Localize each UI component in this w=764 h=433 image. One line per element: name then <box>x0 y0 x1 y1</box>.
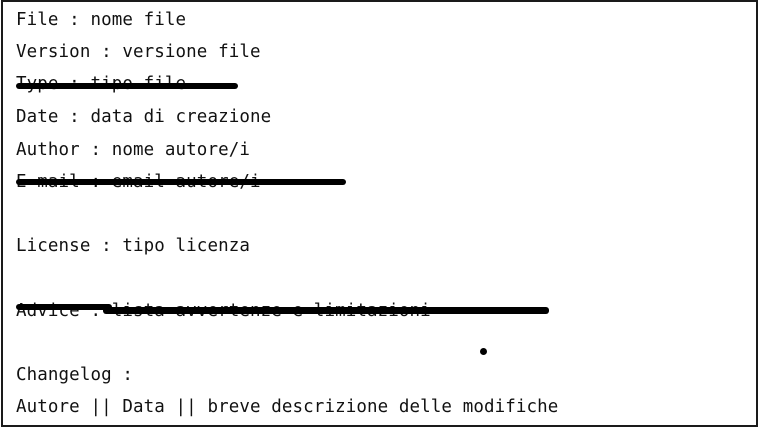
advice-strikethrough-start <box>16 304 112 310</box>
date-line: Date : data di creazione <box>16 107 272 127</box>
license-line: License : tipo licenza <box>16 236 250 256</box>
email-strikethrough <box>16 179 346 185</box>
file-line: File : nome file <box>16 10 187 30</box>
advice-strikethrough <box>103 307 549 314</box>
changelog-heading: Changelog : <box>16 365 133 385</box>
document-frame: File : nome file Version : versione file… <box>1 0 758 427</box>
changelog-format-line: Autore || Data || breve descrizione dell… <box>16 397 559 417</box>
author-line: Author : nome autore/i <box>16 140 250 160</box>
version-line: Version : versione file <box>16 42 261 62</box>
stray-ink-dot <box>480 348 487 355</box>
type-strikethrough <box>16 83 238 89</box>
